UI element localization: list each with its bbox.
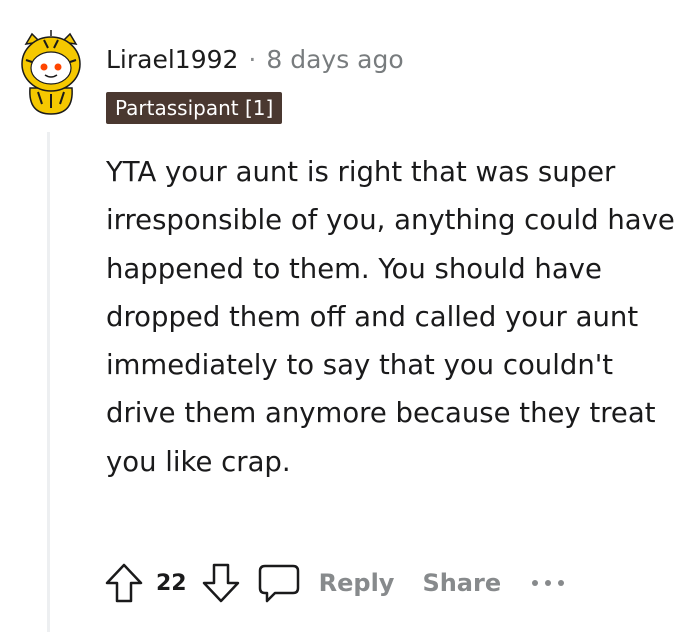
share-button[interactable]: Share — [422, 569, 501, 597]
more-dots-icon[interactable] — [531, 577, 565, 589]
thread-line[interactable] — [47, 132, 50, 632]
avatar[interactable] — [18, 30, 84, 116]
timestamp[interactable]: 8 days ago — [266, 42, 403, 78]
comment-body: YTA your aunt is right that was super ir… — [106, 156, 675, 478]
separator: · — [248, 45, 257, 74]
user-flair: Partassipant [1] — [106, 92, 283, 124]
username[interactable]: Lirael1992 — [106, 42, 238, 78]
comment-header: Lirael1992 · 8 days ago — [106, 42, 404, 78]
vote-count: 22 — [156, 570, 187, 596]
comment-actions: 22 Reply Share — [104, 560, 565, 606]
arrow-down-icon[interactable] — [201, 562, 241, 604]
speech-bubble-icon[interactable] — [257, 562, 301, 604]
arrow-up-icon[interactable] — [104, 562, 144, 604]
reply-button[interactable]: Reply — [319, 569, 395, 597]
